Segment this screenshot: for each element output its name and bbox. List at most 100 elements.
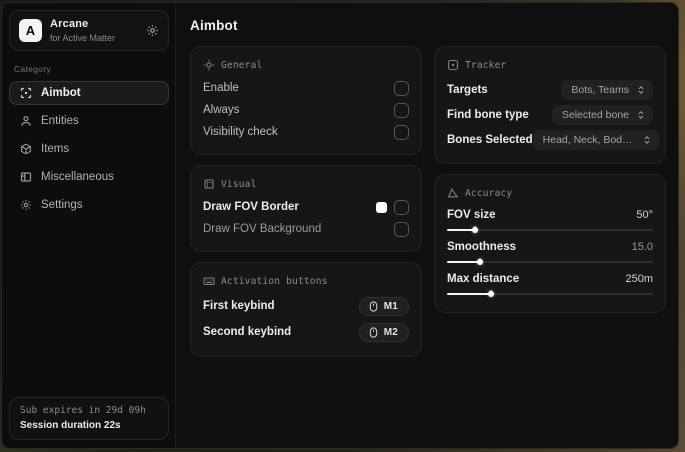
select-value: Bots, Teams [571, 83, 629, 96]
draw-fov-border-checkbox[interactable] [394, 199, 409, 215]
setting-label: Second keybind [203, 326, 292, 338]
scan-icon [20, 87, 32, 99]
bones-selected-select[interactable]: Head, Neck, Body, Pe... [532, 129, 659, 150]
main-content: Aimbot General Enable Always Visibility … [176, 3, 678, 448]
activation-buttons-card: Activation buttons First keybind M1 Seco… [190, 262, 422, 357]
setting-label: Smoothness [447, 241, 517, 253]
setting-label: Max distance [447, 273, 520, 285]
always-checkbox[interactable] [394, 102, 409, 118]
mouse-icon [368, 326, 379, 338]
card-title: General [221, 59, 263, 71]
subscription-card: Sub expires in 29d 09h Session duration … [9, 397, 169, 440]
setting-row: Bones Selected Head, Neck, Body, Pe... [447, 127, 659, 152]
right-column: Tracker Targets Bots, Teams Find bone ty… [434, 46, 666, 313]
setting-label: Find bone type [447, 108, 529, 121]
unfold-icon [636, 85, 646, 95]
session-duration-text: Session duration 22s [20, 420, 121, 431]
sidebar-item-label: Settings [41, 198, 83, 211]
setting-row: First keybind M1 [203, 293, 409, 319]
setting-label: Targets [447, 83, 488, 96]
setting-row: Second keybind M2 [203, 319, 409, 345]
slider-thumb[interactable] [470, 225, 480, 235]
brand-subtitle: for Active Matter [50, 32, 116, 43]
select-value: Selected bone [561, 108, 629, 121]
setting-label: Draw FOV Border [203, 201, 299, 213]
setting-label: Bones Selected [447, 133, 533, 146]
fov-size-slider[interactable] [447, 225, 653, 235]
setting-row: Visibility check [203, 121, 409, 143]
page-title: Aimbot [190, 18, 238, 33]
setting-label: Visibility check [203, 126, 278, 138]
slider-value: 250m [625, 273, 653, 285]
setting-row: Draw FOV Background [203, 218, 409, 240]
left-column: General Enable Always Visibility check V… [190, 46, 422, 357]
setting-row: Enable [203, 77, 409, 99]
tracker-icon [447, 59, 459, 71]
setting-row: Targets Bots, Teams [447, 77, 653, 102]
setting-row: Draw FOV Border [203, 196, 409, 218]
sub-expiry-text: Sub expires in 29d 09h [20, 405, 146, 416]
keybind-value: M2 [383, 326, 398, 338]
sidebar-item-label: Aimbot [41, 86, 81, 99]
card-title: Tracker [465, 59, 507, 71]
setting-row: FOV size 50° [447, 205, 653, 237]
sidebar-item-miscellaneous[interactable]: Miscellaneous [9, 165, 169, 189]
sidebar: A Arcane for Active Matter Category Aimb… [2, 3, 176, 448]
layout-icon [20, 171, 32, 183]
sidebar-item-aimbot[interactable]: Aimbot [9, 80, 169, 105]
category-label: Category [14, 63, 51, 74]
max-distance-slider[interactable] [447, 289, 653, 299]
frame-icon [203, 178, 215, 190]
angle-icon [447, 187, 459, 199]
draw-fov-background-checkbox[interactable] [394, 221, 409, 237]
visual-card: Visual Draw FOV Border Draw FOV Backgrou… [190, 165, 422, 252]
unfold-icon [636, 110, 646, 120]
setting-row: Find bone type Selected bone [447, 102, 653, 127]
sidebar-item-label: Miscellaneous [41, 170, 114, 183]
mouse-icon [368, 300, 379, 312]
setting-row: Smoothness 15.0 [447, 237, 653, 269]
enable-checkbox[interactable] [394, 80, 409, 96]
visibility-check-checkbox[interactable] [394, 124, 409, 140]
brand-card: A Arcane for Active Matter [9, 10, 169, 51]
select-value: Head, Neck, Body, Pe... [542, 133, 635, 146]
keyboard-icon [203, 275, 215, 287]
sidebar-item-label: Entities [41, 114, 79, 127]
brand-name: Arcane [50, 18, 89, 30]
sidebar-item-entities[interactable]: Entities [9, 109, 169, 133]
sidebar-item-items[interactable]: Items [9, 137, 169, 161]
slider-value: 50° [636, 209, 653, 221]
app-window: A Arcane for Active Matter Category Aimb… [1, 2, 679, 449]
second-keybind-button[interactable]: M2 [358, 322, 409, 342]
slider-value: 15.0 [631, 241, 653, 253]
crosshair-icon [203, 59, 215, 71]
brand-logo: A [19, 18, 42, 42]
gear-icon [20, 199, 32, 211]
setting-label: First keybind [203, 300, 275, 312]
sidebar-item-label: Items [41, 142, 70, 155]
setting-label: FOV size [447, 209, 496, 221]
setting-label: Always [203, 104, 240, 116]
setting-row: Always [203, 99, 409, 121]
smoothness-slider[interactable] [447, 257, 653, 267]
slider-thumb[interactable] [475, 257, 485, 267]
person-icon [20, 115, 32, 127]
card-title: Activation buttons [221, 275, 328, 287]
setting-label: Enable [203, 82, 239, 94]
accuracy-card: Accuracy FOV size 50° Smoothness 15.0 Ma… [434, 174, 666, 313]
card-title: Visual [221, 178, 257, 190]
box-icon [20, 143, 32, 155]
sidebar-nav: Aimbot Entities Items Miscellaneous Sett… [9, 80, 169, 217]
setting-label: Draw FOV Background [203, 223, 322, 235]
slider-thumb[interactable] [487, 289, 496, 299]
targets-select[interactable]: Bots, Teams [561, 79, 653, 100]
find-bone-type-select[interactable]: Selected bone [551, 104, 653, 125]
first-keybind-button[interactable]: M1 [358, 296, 409, 316]
unfold-icon [642, 135, 652, 145]
sidebar-item-settings[interactable]: Settings [9, 193, 169, 217]
fov-border-color-swatch[interactable] [376, 201, 387, 213]
general-card: General Enable Always Visibility check [190, 46, 422, 155]
keybind-value: M1 [383, 300, 398, 312]
settings-gear-icon[interactable] [146, 24, 159, 37]
card-title: Accuracy [465, 187, 513, 199]
